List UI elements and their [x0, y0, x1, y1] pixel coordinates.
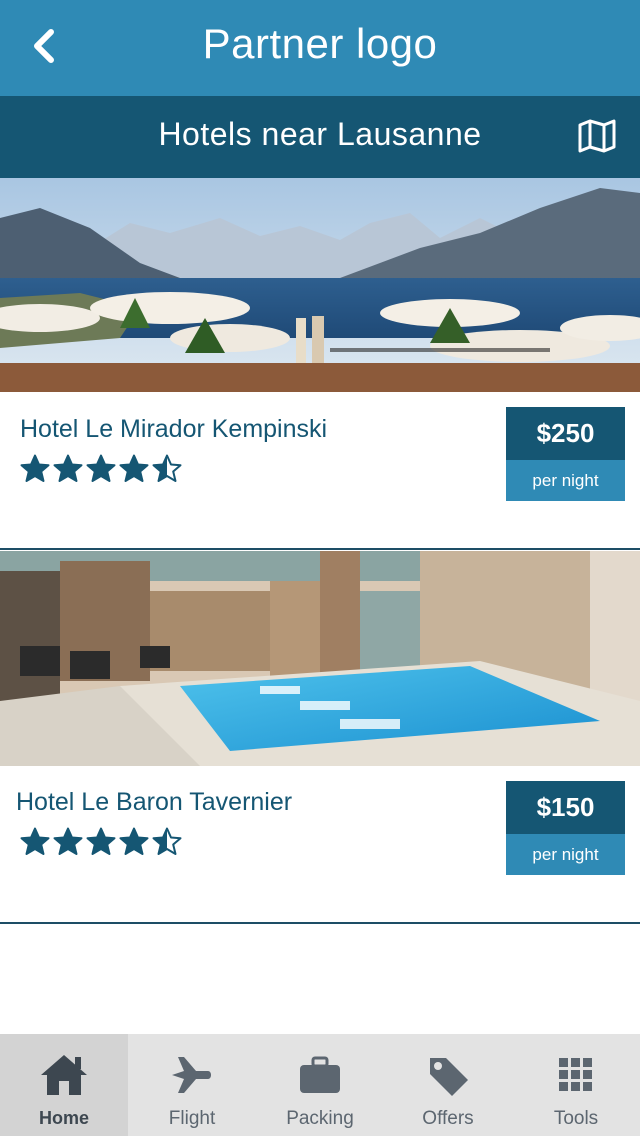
hotel-card[interactable]: Hotel Le Mirador Kempinski $250 per nigh…: [0, 178, 640, 550]
page-title: Hotels near Lausanne: [158, 116, 482, 152]
price-amount: $150: [506, 781, 625, 834]
map-view-button[interactable]: [576, 116, 618, 156]
price-badge: $150 per night: [506, 781, 625, 875]
tab-label: Home: [38, 1108, 89, 1128]
star-rating: [20, 454, 182, 484]
star-half-icon: [152, 454, 182, 482]
price-unit: per night: [506, 834, 625, 875]
star-full-icon: [86, 827, 116, 855]
tab-packing[interactable]: Packing: [256, 1034, 384, 1136]
partner-logo-title: Partner logo: [202, 20, 438, 67]
home-icon: [38, 1052, 90, 1098]
star-full-icon: [20, 827, 50, 855]
tag-icon: [422, 1052, 474, 1098]
tab-label: Tools: [553, 1108, 599, 1129]
bottom-tab-bar: Home Flight Packing Offers Tools: [0, 1034, 640, 1136]
star-full-icon: [53, 827, 83, 855]
tab-flight[interactable]: Flight: [128, 1034, 256, 1136]
star-full-icon: [86, 454, 116, 482]
tab-label: Offers: [422, 1108, 474, 1129]
hotel-name: Hotel Le Mirador Kempinski: [20, 415, 328, 443]
hotel-card[interactable]: Hotel Le Baron Tavernier $150 per night: [0, 551, 640, 924]
briefcase-icon: [294, 1052, 346, 1098]
tab-tools[interactable]: Tools: [512, 1034, 640, 1136]
tab-label: Packing: [286, 1108, 354, 1129]
tab-home[interactable]: Home: [0, 1034, 128, 1136]
price-unit: per night: [506, 460, 625, 501]
hotel-photo-indoor-pool: [0, 551, 640, 766]
tab-label: Flight: [168, 1108, 216, 1129]
star-full-icon: [20, 454, 50, 482]
airplane-icon: [166, 1052, 218, 1098]
results-header: Hotels near Lausanne: [0, 96, 640, 178]
star-full-icon: [53, 454, 83, 482]
app-header: Partner logo: [0, 0, 640, 96]
star-full-icon: [119, 454, 149, 482]
star-half-icon: [152, 827, 182, 855]
map-icon: [578, 119, 616, 153]
tab-offers[interactable]: Offers: [384, 1034, 512, 1136]
hotel-photo-lake-terrace: [0, 178, 640, 392]
hotel-name: Hotel Le Baron Tavernier: [16, 788, 293, 816]
price-amount: $250: [506, 407, 625, 460]
price-badge: $250 per night: [506, 407, 625, 501]
star-full-icon: [119, 827, 149, 855]
star-rating: [20, 827, 182, 857]
grid-icon: [550, 1052, 602, 1098]
